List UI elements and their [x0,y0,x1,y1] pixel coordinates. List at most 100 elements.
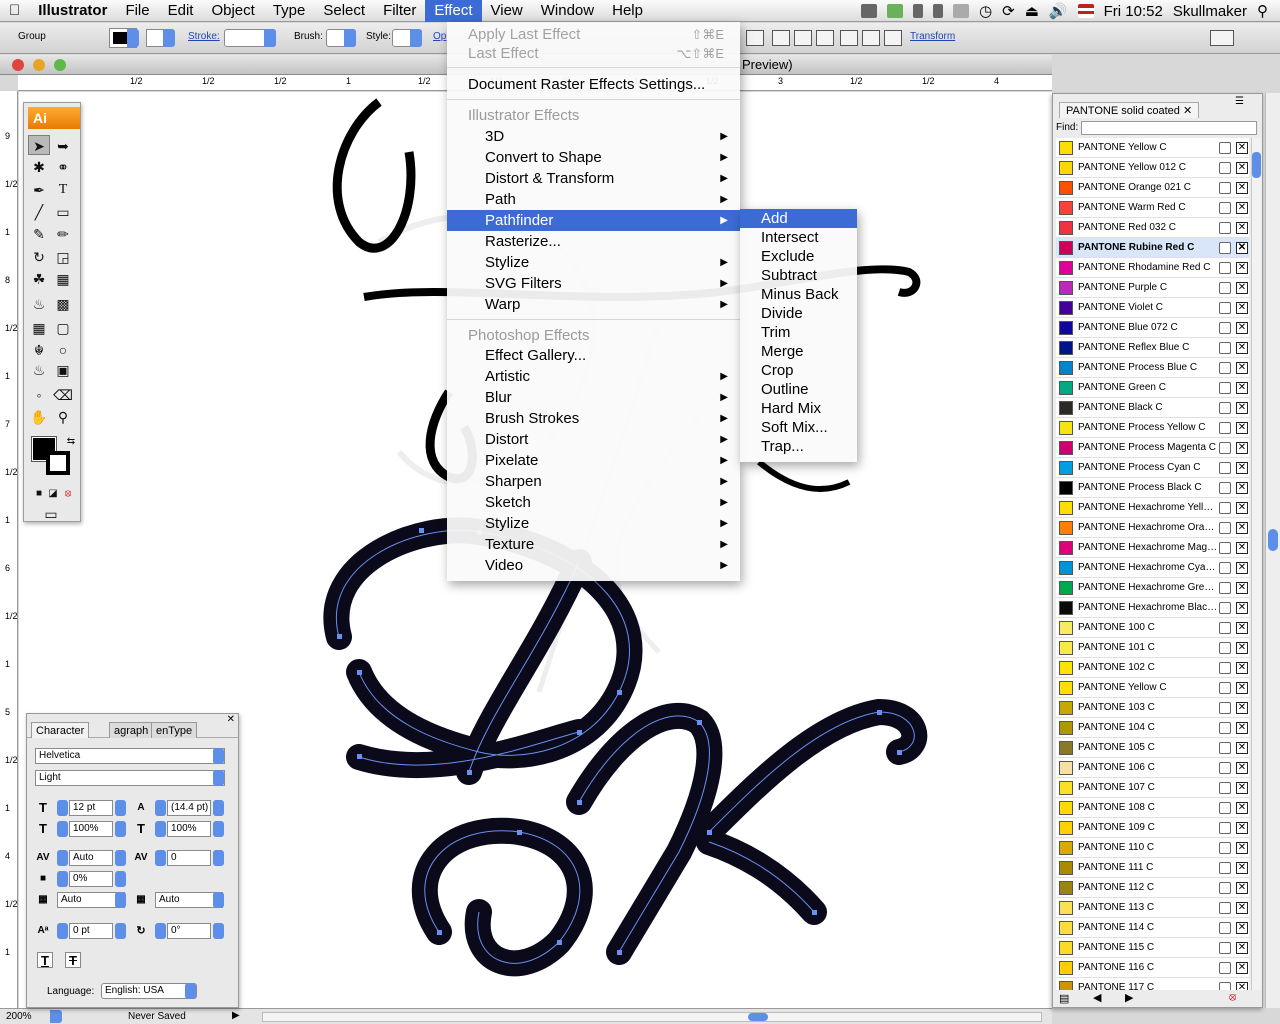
style-dropdown[interactable] [392,29,422,47]
spaces-icon[interactable] [953,4,970,18]
transform-link[interactable]: Transform [910,31,955,42]
underline-icon[interactable]: T [37,952,53,968]
zoom-tool-icon[interactable]: ⚲ [52,406,74,426]
swatch-row[interactable]: PANTONE Hexachrome Cyan C ✕ [1056,558,1249,578]
spotlight-icon[interactable]: ⚲ [1257,2,1268,20]
free-transform-tool-icon[interactable]: ▦ [52,268,74,288]
eyedropper-tool-icon[interactable]: ☬ [28,339,50,359]
swatch-row[interactable]: PANTONE Orange 021 C ✕ [1056,178,1249,198]
pathfinder-item-exclude[interactable]: Exclude [740,247,857,266]
horizontal-scale-dropdown[interactable] [213,821,224,837]
magic-wand-tool-icon[interactable]: ✱ [28,156,50,176]
menu-filter[interactable]: Filter [374,0,425,22]
menu-item-path[interactable]: Path ▶ [447,189,740,210]
swatch-row[interactable]: PANTONE Process Magenta C ✕ [1056,438,1249,458]
gradient-tool-icon[interactable]: ▢ [52,317,74,337]
direct-selection-tool-icon[interactable]: ➥ [52,135,74,155]
user-name[interactable]: Skullmaker [1173,3,1247,20]
swatch-row[interactable]: PANTONE 108 C ✕ [1056,798,1249,818]
close-window-icon[interactable] [12,59,24,71]
stroke-dropdown[interactable] [163,29,175,47]
tsume-dropdown[interactable] [115,871,126,887]
warp-tool-icon[interactable]: ☘ [28,268,50,288]
menu-type[interactable]: Type [264,0,315,22]
swatch-row[interactable]: PANTONE 103 C ✕ [1056,698,1249,718]
character-rotation-dropdown[interactable] [213,923,224,939]
sync-icon[interactable]: ⟳ [1002,2,1015,20]
tracking-dropdown[interactable] [213,850,224,866]
menu-edit[interactable]: Edit [159,0,203,22]
menu-item-3d[interactable]: 3D ▶ [447,126,740,147]
swatch-library-tab[interactable]: PANTONE solid coated ✕ [1059,102,1200,118]
app-menu[interactable]: Illustrator [29,0,116,22]
panel-menu-icon[interactable]: ☰ [1235,96,1244,107]
pathfinder-item-crop[interactable]: Crop [740,361,857,380]
pencil-tool-icon[interactable]: ✏ [52,223,74,243]
leading-dropdown[interactable] [213,800,224,816]
font-size-dropdown[interactable] [115,800,126,816]
hand-tool-icon[interactable]: ✋ [28,406,50,426]
none-swatch-icon[interactable]: ⦻ [1229,991,1236,1004]
distribute-left-icon[interactable] [840,30,858,46]
menu-item-pathfinder[interactable]: Pathfinder ▶ [447,210,740,231]
menu-item-effect-gallery[interactable]: Effect Gallery... [447,345,740,366]
swap-colors-icon[interactable]: ⇆ [60,431,82,451]
tsume-stepper[interactable] [57,871,68,887]
zoom-level[interactable]: 200% [6,1011,32,1022]
tracking-stepper[interactable] [155,850,166,866]
character-rotation-field[interactable]: 0° [167,923,211,939]
rectangle-tool-icon[interactable]: ▭ [52,201,74,221]
menu-object[interactable]: Object [202,0,263,22]
swatch-row[interactable]: PANTONE 107 C ✕ [1056,778,1249,798]
menu-item-document-raster-effects[interactable]: Document Raster Effects Settings... [447,74,740,95]
font-family-dropdown[interactable] [213,748,224,764]
swatch-row[interactable]: PANTONE Blue 072 C ✕ [1056,318,1249,338]
align-bottom-icon[interactable] [816,30,834,46]
font-family-field[interactable]: Helvetica [35,748,225,764]
swatch-row[interactable]: PANTONE 117 C ✕ [1056,978,1249,990]
menu-item-sharpen[interactable]: Sharpen ▶ [447,471,740,492]
aki-right-dropdown[interactable] [213,892,224,908]
swatch-row[interactable]: PANTONE 106 C ✕ [1056,758,1249,778]
swatch-row[interactable]: PANTONE Yellow C ✕ [1056,138,1249,158]
horizontal-scale-stepper[interactable] [155,821,166,837]
swatch-row[interactable]: PANTONE Green C ✕ [1056,378,1249,398]
menu-window[interactable]: Window [532,0,603,22]
blend-tool-icon[interactable]: ○ [52,339,74,359]
horizontal-scale-field[interactable]: 100% [167,821,211,837]
live-paint-selection-tool-icon[interactable]: ▣ [52,359,74,379]
swatch-row[interactable]: PANTONE 115 C ✕ [1056,938,1249,958]
vertical-scale-field[interactable]: 100% [69,821,113,837]
scroll-thumb[interactable] [748,1013,768,1021]
eject-icon[interactable]: ⏏ [1025,2,1039,20]
tab-close-icon[interactable]: ✕ [1183,105,1192,117]
stroke-color-icon[interactable] [46,451,70,475]
tracking-field[interactable]: 0 [167,850,211,866]
swatch-scroll-thumb[interactable] [1252,152,1261,178]
swatch-row[interactable]: PANTONE 104 C ✕ [1056,718,1249,738]
swatch-row[interactable]: PANTONE Hexachrome Magenta C ✕ [1056,538,1249,558]
menu-item-blur[interactable]: Blur ▶ [447,387,740,408]
volume-icon[interactable]: 🔊 [1049,2,1068,20]
pathfinder-item-outline[interactable]: Outline [740,380,857,399]
zoom-window-icon[interactable] [54,59,66,71]
language-select[interactable]: English: USA [101,983,197,999]
swatch-row[interactable]: PANTONE Process Blue C ✕ [1056,358,1249,378]
menu-help[interactable]: Help [603,0,652,22]
align-left-icon[interactable] [746,30,764,46]
swatch-row[interactable]: PANTONE Hexachrome Yellow C ✕ [1056,498,1249,518]
pathfinder-item-minus-back[interactable]: Minus Back [740,285,857,304]
swatch-row[interactable]: PANTONE 112 C ✕ [1056,878,1249,898]
tab-character[interactable]: Character [31,722,90,738]
selection-tool-icon[interactable]: ➤ [28,135,50,155]
leading-stepper[interactable] [155,800,166,816]
swatch-row[interactable]: PANTONE 114 C ✕ [1056,918,1249,938]
pathfinder-item-merge[interactable]: Merge [740,342,857,361]
tsume-field[interactable]: 0% [69,871,113,887]
menu-effect[interactable]: Effect [425,0,482,22]
menu-item-rasterize[interactable]: Rasterize... [447,231,740,252]
swatch-libraries-menu-icon[interactable]: ▤ [1059,992,1069,1005]
none-mode-icon[interactable]: ⦻ [57,483,79,503]
fill-dropdown[interactable] [127,29,139,47]
swatch-row[interactable]: PANTONE 109 C ✕ [1056,818,1249,838]
